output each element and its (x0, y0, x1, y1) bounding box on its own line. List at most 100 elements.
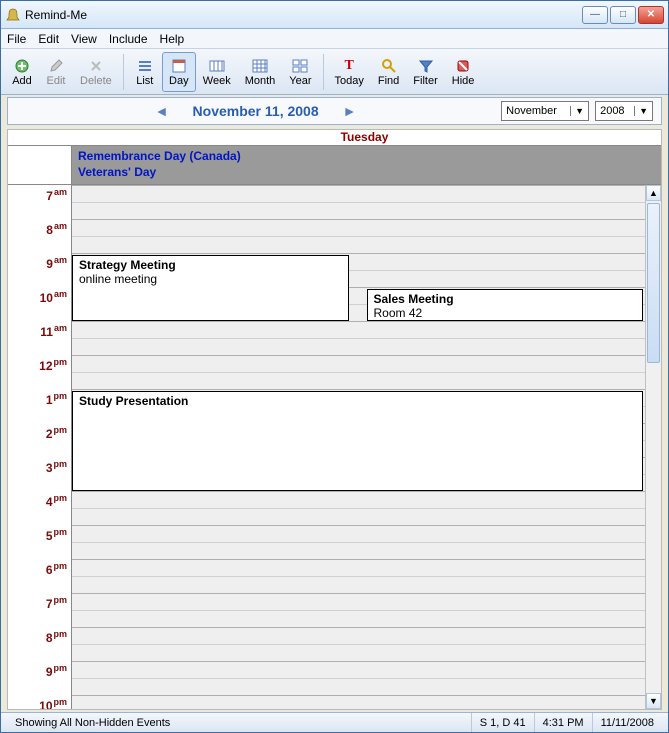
allday-event[interactable]: Remembrance Day (Canada) (78, 148, 655, 164)
calendar-event[interactable]: Study Presentation (72, 391, 643, 491)
window-title: Remind-Me (25, 8, 582, 22)
delete-icon (86, 57, 106, 75)
hide-icon (453, 57, 473, 75)
week-button[interactable]: Week (196, 52, 238, 92)
app-icon (5, 7, 21, 23)
hour-label: 2pm (8, 425, 67, 441)
hour-label: 12pm (8, 357, 67, 373)
status-main: Showing All Non-Hidden Events (7, 713, 471, 732)
scroll-down-button[interactable]: ▼ (646, 693, 661, 709)
delete-label: Delete (80, 75, 112, 87)
hour-label: 1pm (8, 391, 67, 407)
status-pos: S 1, D 41 (471, 713, 534, 732)
today-label: Today (335, 75, 364, 87)
event-subtitle: online meeting (79, 272, 342, 286)
edit-icon (46, 57, 66, 75)
menu-include[interactable]: Include (109, 32, 148, 46)
filter-button[interactable]: Filter (406, 52, 444, 92)
month-icon (250, 57, 270, 75)
status-bar: Showing All Non-Hidden Events S 1, D 41 … (1, 712, 668, 732)
hide-label: Hide (452, 75, 475, 87)
day-icon (169, 57, 189, 75)
scroll-thumb[interactable] (647, 203, 660, 363)
hour-label: 10pm (8, 697, 67, 709)
hide-button[interactable]: Hide (445, 52, 482, 92)
calendar-event[interactable]: Sales MeetingRoom 42 (367, 289, 644, 321)
hour-label: 3pm (8, 459, 67, 475)
allday-event[interactable]: Veterans' Day (78, 164, 655, 180)
date-navbar: ◄ November 11, 2008 ► November ▼ 2008 ▼ (7, 97, 662, 125)
toolbar-separator (123, 54, 124, 90)
prev-day-button[interactable]: ◄ (147, 103, 177, 119)
close-button[interactable]: ✕ (638, 6, 664, 24)
next-day-button[interactable]: ► (335, 103, 365, 119)
chevron-down-icon: ▼ (570, 106, 584, 116)
event-title: Study Presentation (79, 394, 636, 408)
hour-label: 10am (8, 289, 67, 305)
filter-label: Filter (413, 75, 437, 87)
calendar-event[interactable]: Strategy Meetingonline meeting (72, 255, 349, 321)
event-subtitle: Room 42 (374, 306, 637, 320)
add-label: Add (12, 75, 32, 87)
day-view: Tuesday Remembrance Day (Canada) Veteran… (7, 129, 662, 710)
hour-label: 6pm (8, 561, 67, 577)
allday-events[interactable]: Remembrance Day (Canada) Veterans' Day (72, 146, 661, 184)
minimize-button[interactable]: — (582, 6, 608, 24)
hour-label: 7am (8, 187, 67, 203)
year-button[interactable]: Year (282, 52, 318, 92)
find-icon (379, 57, 399, 75)
today-icon: T (339, 57, 359, 75)
year-select[interactable]: 2008 ▼ (595, 101, 653, 121)
menu-help[interactable]: Help (160, 32, 185, 46)
hour-label: 4pm (8, 493, 67, 509)
menu-file[interactable]: File (7, 32, 26, 46)
week-icon (207, 57, 227, 75)
edit-button[interactable]: Edit (39, 52, 73, 92)
filter-icon (416, 57, 436, 75)
slots-area[interactable]: Strategy Meetingonline meeting Sales Meet… (72, 185, 661, 709)
app-window: Remind-Me — □ ✕ File Edit View Include H… (0, 0, 669, 733)
month-select[interactable]: November ▼ (501, 101, 589, 121)
add-icon (12, 57, 32, 75)
list-button[interactable]: List (128, 52, 162, 92)
toolbar-separator (323, 54, 324, 90)
year-label: Year (289, 75, 311, 87)
scroll-up-button[interactable]: ▲ (646, 185, 661, 201)
event-title: Strategy Meeting (79, 258, 342, 272)
delete-button[interactable]: Delete (73, 52, 119, 92)
month-label: Month (245, 75, 276, 87)
toolbar: Add Edit Delete List Day Week Month (1, 49, 668, 95)
hour-label: 5pm (8, 527, 67, 543)
add-button[interactable]: Add (5, 52, 39, 92)
chevron-down-icon: ▼ (634, 106, 648, 116)
hour-label: 11am (8, 323, 67, 339)
current-date-label: November 11, 2008 (193, 103, 319, 119)
menu-view[interactable]: View (71, 32, 97, 46)
allday-gutter (8, 146, 72, 184)
hour-label: 9pm (8, 663, 67, 679)
scrollbar[interactable]: ▲ ▼ (645, 185, 661, 709)
day-button[interactable]: Day (162, 52, 196, 92)
year-icon (290, 57, 310, 75)
edit-label: Edit (47, 75, 66, 87)
month-button[interactable]: Month (238, 52, 283, 92)
menubar: File Edit View Include Help (1, 29, 668, 49)
hour-gutter: 7am 8am 9am 10am 11am 12pm 1pm 2pm 3pm 4pm 5pm 6pm 7… (8, 185, 72, 709)
hour-label: 7pm (8, 595, 67, 611)
allday-row: Remembrance Day (Canada) Veterans' Day (8, 146, 661, 185)
hour-label: 9am (8, 255, 67, 271)
maximize-button[interactable]: □ (610, 6, 636, 24)
status-date: 11/11/2008 (592, 713, 662, 732)
time-grid[interactable]: 7am 8am 9am 10am 11am 12pm 1pm 2pm 3pm 4pm 5pm 6pm 7… (8, 185, 661, 709)
day-label: Day (169, 75, 189, 87)
hour-label: 8am (8, 221, 67, 237)
weekday-header: Tuesday (8, 130, 661, 146)
status-time: 4:31 PM (534, 713, 592, 732)
titlebar[interactable]: Remind-Me — □ ✕ (1, 1, 668, 29)
list-icon (135, 57, 155, 75)
year-value: 2008 (600, 105, 634, 117)
find-button[interactable]: Find (371, 52, 406, 92)
find-label: Find (378, 75, 399, 87)
menu-edit[interactable]: Edit (38, 32, 59, 46)
today-button[interactable]: T Today (328, 52, 371, 92)
